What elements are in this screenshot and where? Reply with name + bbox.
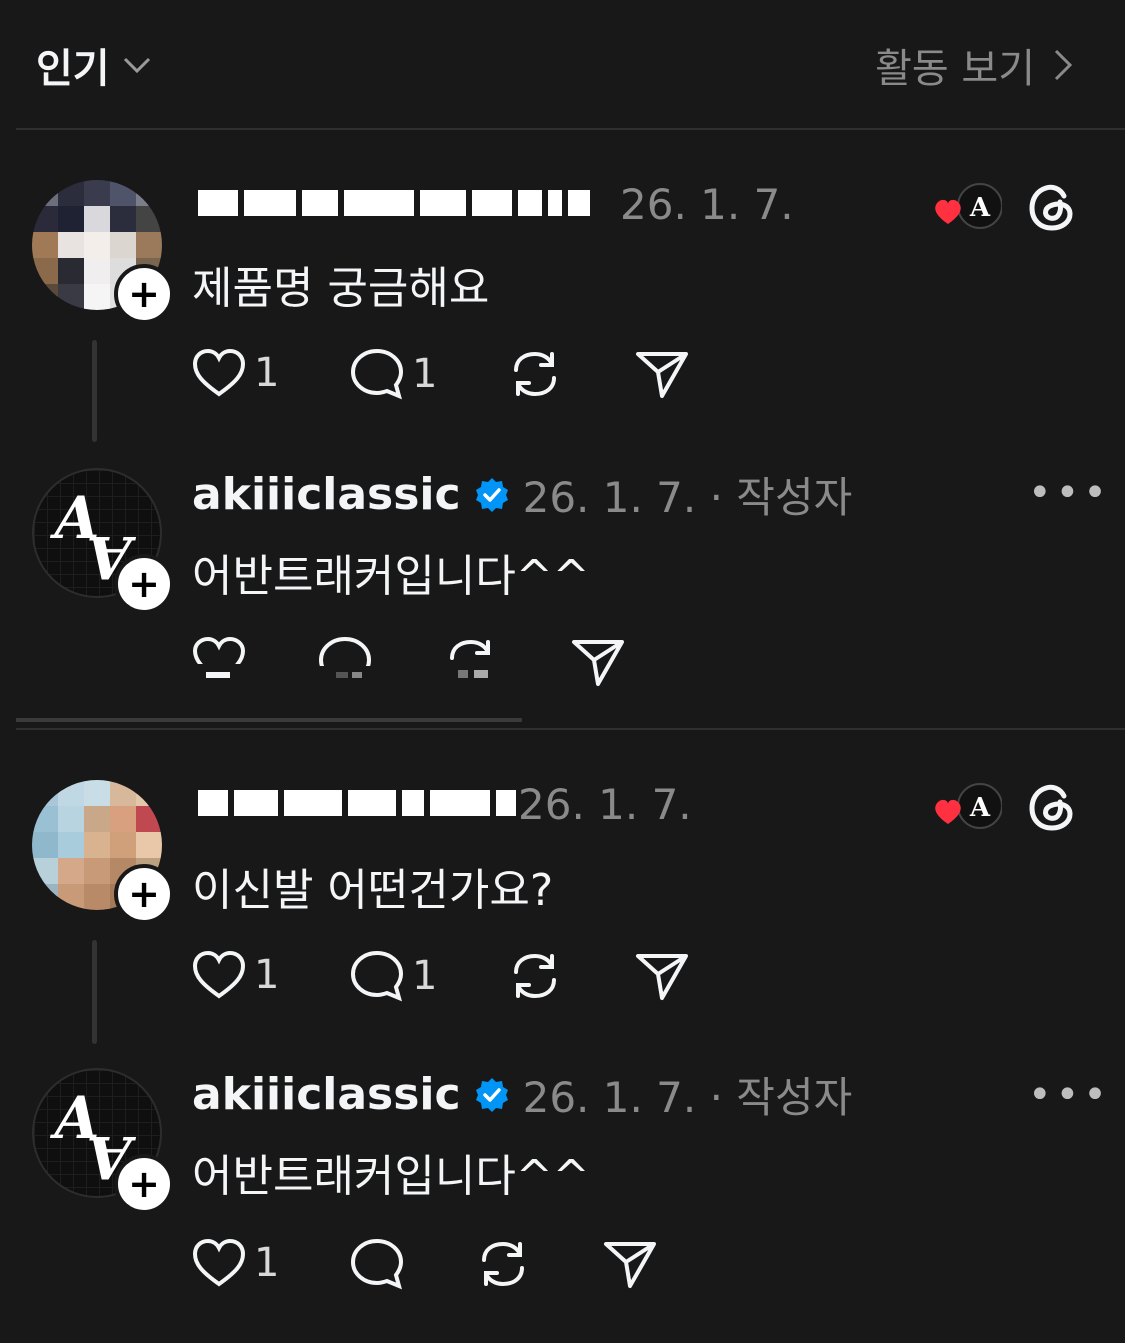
reply-header: akiiiclassic 26. 1. 7. · 작성자 xyxy=(192,1064,852,1125)
threads-icon[interactable] xyxy=(1028,182,1076,232)
comment-bubble-icon xyxy=(350,348,404,400)
like-button[interactable]: 1 xyxy=(192,348,279,398)
reply-date-author: 26. 1. 7. · 작성자 xyxy=(522,1073,853,1122)
follow-plus-button[interactable]: + xyxy=(114,264,174,324)
section-divider xyxy=(16,728,1125,730)
repost-icon[interactable] xyxy=(476,1238,530,1290)
reply-button[interactable]: 1 xyxy=(350,950,437,1002)
liked-by-author-indicator: A xyxy=(930,782,1003,832)
like-count: 1 xyxy=(254,1240,280,1286)
like-button[interactable]: 1 xyxy=(192,1238,279,1288)
reply-count: 1 xyxy=(412,953,438,999)
follow-plus-button[interactable]: + xyxy=(114,1154,174,1214)
post-date: 26. 1. 7. xyxy=(620,180,794,229)
view-activity-link[interactable]: 활동 보기 xyxy=(875,36,1073,94)
liked-by-author-indicator: A xyxy=(930,182,1003,232)
reply-button[interactable]: 1 xyxy=(350,348,437,400)
username-redacted[interactable] xyxy=(198,190,590,216)
repost-icon[interactable] xyxy=(444,636,498,684)
threads-icon[interactable] xyxy=(1028,782,1076,832)
comment-bubble-icon xyxy=(350,950,404,1002)
verified-badge-icon xyxy=(475,477,508,512)
share-send-icon[interactable] xyxy=(634,950,690,1002)
heart-badge-icon: A xyxy=(935,783,1003,829)
sort-dropdown[interactable]: 인기 xyxy=(36,36,152,94)
activity-label: 활동 보기 xyxy=(875,46,1035,92)
section-divider xyxy=(16,718,522,722)
share-send-icon[interactable] xyxy=(602,1238,658,1290)
more-options-icon[interactable]: ••• xyxy=(1028,1072,1111,1118)
heart-icon xyxy=(192,348,246,397)
like-button[interactable]: 1 xyxy=(192,950,279,1000)
repost-icon[interactable] xyxy=(508,950,562,1002)
like-count: 1 xyxy=(254,350,280,396)
reply-header: akiiiclassic 26. 1. 7. · 작성자 xyxy=(192,464,852,525)
heart-icon[interactable] xyxy=(192,636,246,684)
username[interactable]: akiiiclassic xyxy=(192,1069,461,1120)
like-count: 1 xyxy=(254,952,280,998)
heart-icon xyxy=(192,950,246,999)
comment-bubble-icon[interactable] xyxy=(350,1238,404,1290)
share-send-icon[interactable] xyxy=(634,348,690,400)
comment-text: 이신발 어떤건가요? xyxy=(192,865,554,916)
verified-badge-icon xyxy=(475,1077,508,1112)
repost-icon[interactable] xyxy=(508,348,562,400)
chevron-right-icon xyxy=(1054,49,1073,81)
reply-text: 어반트래커입니다^^ xyxy=(192,551,590,602)
heart-badge-icon: A xyxy=(935,183,1003,229)
more-options-icon[interactable]: ••• xyxy=(1028,470,1111,516)
svg-text:A: A xyxy=(969,793,991,823)
comment-text: 제품명 궁금해요 xyxy=(192,263,490,314)
heart-icon xyxy=(192,1238,246,1287)
comment-bubble-icon[interactable] xyxy=(318,636,372,684)
follow-plus-button[interactable]: + xyxy=(114,554,174,614)
follow-plus-button[interactable]: + xyxy=(114,864,174,924)
sort-label: 인기 xyxy=(36,46,110,92)
thread-line xyxy=(92,940,97,1044)
chevron-down-icon xyxy=(123,57,150,74)
header-divider xyxy=(16,128,1125,130)
reply-text: 어반트래커입니다^^ xyxy=(192,1151,590,1202)
reply-date-author: 26. 1. 7. · 작성자 xyxy=(522,473,853,522)
thread-line xyxy=(92,340,97,442)
svg-text:A: A xyxy=(969,193,991,223)
username-redacted[interactable] xyxy=(198,790,516,816)
post-date: 26. 1. 7. xyxy=(518,780,692,829)
username[interactable]: akiiiclassic xyxy=(192,469,461,520)
share-send-icon[interactable] xyxy=(570,636,626,688)
reply-count: 1 xyxy=(412,351,438,397)
